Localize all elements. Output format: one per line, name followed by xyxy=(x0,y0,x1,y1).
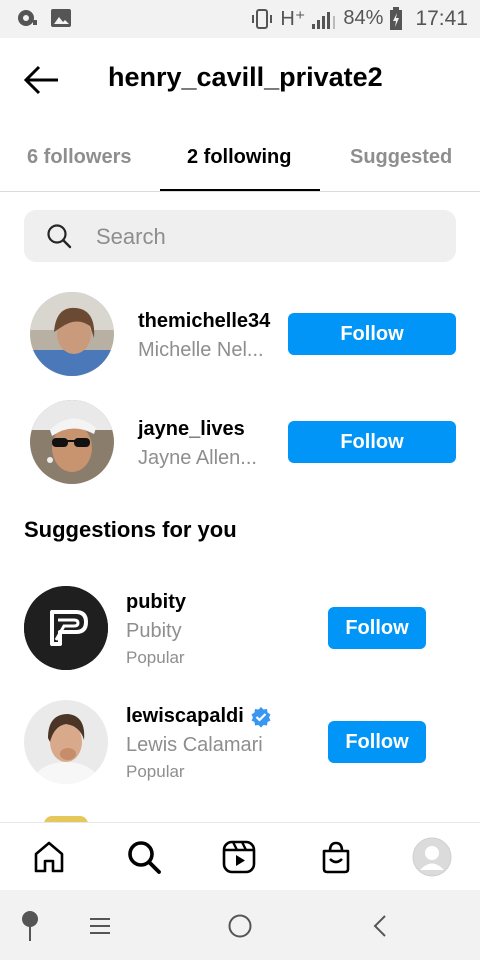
following-username[interactable]: jayne_lives xyxy=(138,418,245,441)
search-icon xyxy=(47,224,72,249)
search-input[interactable] xyxy=(96,223,426,251)
signal-icon xyxy=(312,11,336,29)
back-arrow-icon xyxy=(23,65,58,95)
following-fullname: Michelle Nel... xyxy=(138,339,264,361)
assistant-button[interactable] xyxy=(12,908,48,944)
follow-button[interactable]: Follow xyxy=(288,313,456,355)
home-icon xyxy=(34,841,64,873)
tab-following[interactable]: 2 following xyxy=(187,146,291,169)
status-bar: H⁺ 84% 17:41 xyxy=(0,0,480,38)
follow-button[interactable]: Follow xyxy=(288,421,456,463)
active-tab-indicator xyxy=(160,189,320,191)
avatar[interactable] xyxy=(30,292,114,376)
page-title: henry_cavill_private2 xyxy=(108,62,383,92)
header: henry_cavill_private2 xyxy=(0,38,480,122)
recent-apps-icon xyxy=(90,918,110,934)
tab-suggested[interactable]: Suggested xyxy=(350,146,452,169)
home-circle-icon xyxy=(228,914,252,938)
recent-apps-button[interactable] xyxy=(82,908,118,944)
nav-home[interactable] xyxy=(27,835,71,879)
following-username[interactable]: themichelle34 xyxy=(138,310,270,333)
battery-charging-icon xyxy=(390,6,403,30)
pin-icon xyxy=(22,911,38,941)
following-fullname: Jayne Allen... xyxy=(138,447,257,469)
avatar[interactable] xyxy=(24,586,108,670)
back-system-button[interactable] xyxy=(362,908,398,944)
nav-profile[interactable] xyxy=(410,835,454,879)
suggestion-reason: Popular xyxy=(126,648,185,667)
suggestion-fullname: Lewis Calamari xyxy=(126,734,263,756)
suggestion-username[interactable]: lewiscapaldi xyxy=(126,705,244,728)
nav-reels[interactable] xyxy=(217,835,261,879)
pubity-logo xyxy=(24,586,108,670)
suggestions-heading: Suggestions for you xyxy=(24,517,237,542)
notification-icons xyxy=(16,8,72,28)
gallery-notification-icon xyxy=(51,9,71,27)
back-chevron-icon xyxy=(373,915,386,937)
bottom-nav xyxy=(0,822,480,890)
search-bar[interactable] xyxy=(24,210,456,262)
search-icon xyxy=(128,841,161,874)
suggestion-username[interactable]: pubity xyxy=(126,591,186,614)
back-button[interactable] xyxy=(22,60,62,100)
media-notification-icon xyxy=(18,10,37,26)
avatar[interactable] xyxy=(30,400,114,484)
verified-badge-icon xyxy=(251,706,271,727)
profile-photo xyxy=(30,292,114,376)
network-type: H⁺ xyxy=(280,8,306,30)
follow-button[interactable]: Follow xyxy=(328,721,426,763)
nav-search[interactable] xyxy=(122,835,166,879)
tab-bar: 6 followers 2 following Suggested xyxy=(0,130,480,192)
profile-photo xyxy=(24,700,108,784)
tab-followers[interactable]: 6 followers xyxy=(27,146,131,169)
battery-percent: 84% xyxy=(343,7,384,29)
android-nav-bar xyxy=(0,890,480,960)
reels-icon xyxy=(222,840,256,874)
clock: 17:41 xyxy=(415,6,468,30)
suggestion-name-row: lewiscapaldi xyxy=(126,705,272,728)
shop-icon xyxy=(322,841,350,874)
suggestion-reason: Popular xyxy=(126,762,185,781)
system-status: H⁺ 84% 17:41 xyxy=(250,6,468,31)
profile-avatar-icon xyxy=(412,837,452,877)
vibrate-icon xyxy=(252,8,273,29)
home-button[interactable] xyxy=(222,908,258,944)
nav-shop[interactable] xyxy=(314,835,358,879)
suggestion-fullname: Pubity xyxy=(126,620,182,642)
avatar[interactable] xyxy=(24,700,108,784)
follow-button[interactable]: Follow xyxy=(328,607,426,649)
profile-photo xyxy=(30,400,114,484)
